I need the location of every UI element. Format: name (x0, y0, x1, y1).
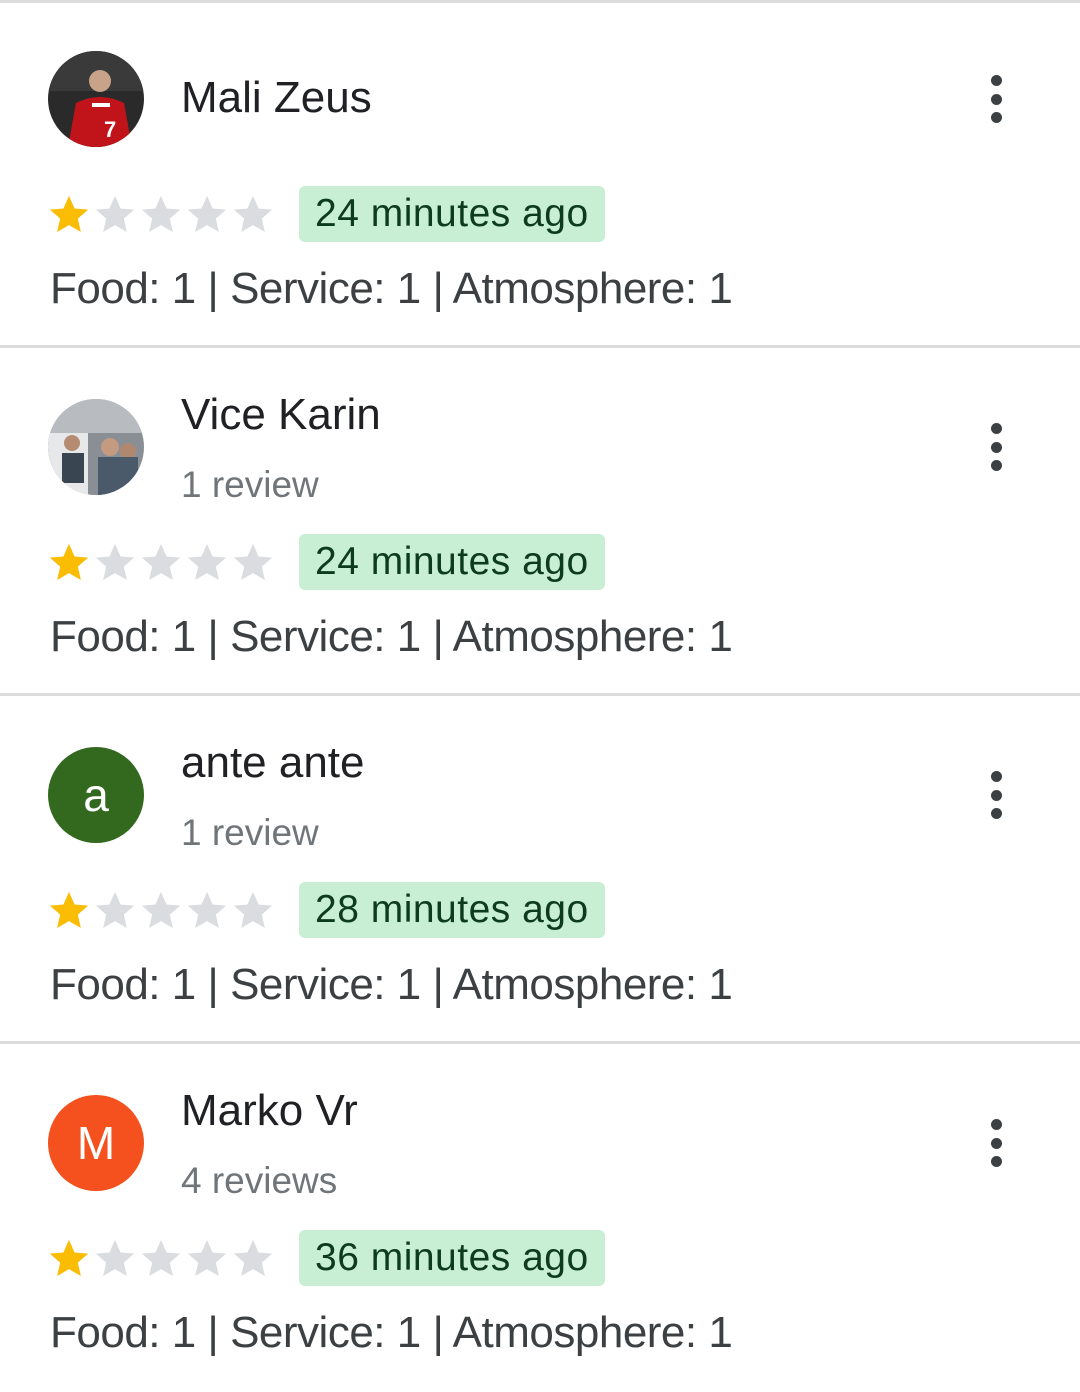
avatar-letter: a (83, 769, 109, 821)
more-options-button[interactable] (970, 763, 1022, 827)
star-empty-icon (95, 195, 135, 233)
review-item-mali-zeus: 7 Mali Zeus 24 minutes ago Food: 1 | Ser… (0, 0, 1080, 348)
review-item-ante-ante: a ante ante 1 review 28 minutes ago Food… (0, 696, 1080, 1044)
review-item-vice-karin: Vice Karin 1 review 24 minutes ago Food:… (0, 348, 1080, 696)
star-filled-icon (49, 195, 89, 233)
star-empty-icon (95, 891, 135, 929)
more-vert-icon (990, 75, 1002, 86)
star-empty-icon (141, 891, 181, 929)
photo-avatar-group (48, 399, 144, 495)
more-options-button[interactable] (970, 415, 1022, 479)
more-vert-icon-dot (990, 1137, 1002, 1149)
more-vert-icon-dot (990, 93, 1002, 105)
more-vert-icon (990, 771, 1002, 782)
star-empty-icon (95, 1239, 135, 1277)
star-empty-icon (141, 195, 181, 233)
avatar[interactable]: M (48, 1095, 144, 1191)
sub-ratings: Food: 1 | Service: 1 | Atmosphere: 1 (50, 1308, 733, 1357)
star-rating (46, 540, 276, 586)
star-empty-icon (141, 543, 181, 581)
review-count: 4 reviews (181, 1160, 338, 1201)
star-empty-icon (187, 891, 227, 929)
avatar[interactable] (48, 399, 144, 495)
sub-ratings: Food: 1 | Service: 1 | Atmosphere: 1 (50, 264, 733, 313)
sub-ratings: Food: 1 | Service: 1 | Atmosphere: 1 (50, 960, 733, 1009)
more-vert-icon-dot (990, 460, 1002, 471)
star-rating (46, 888, 276, 934)
review-time-badge: 24 minutes ago (299, 534, 605, 590)
more-options-button[interactable] (970, 1111, 1022, 1175)
reviewer-name[interactable]: Vice Karin (181, 390, 381, 440)
more-vert-icon-dot (990, 789, 1002, 801)
star-filled-icon (49, 1239, 89, 1277)
review-count: 1 review (181, 464, 319, 505)
review-count: 1 review (181, 812, 319, 853)
more-vert-icon (990, 423, 1002, 434)
star-filled-icon (49, 891, 89, 929)
star-empty-icon (233, 1239, 273, 1277)
more-vert-icon-dot (990, 1156, 1002, 1167)
sub-ratings: Food: 1 | Service: 1 | Atmosphere: 1 (50, 612, 733, 661)
more-vert-icon-dot (990, 441, 1002, 453)
star-empty-icon (233, 543, 273, 581)
review-item-marko-vr: M Marko Vr 4 reviews 36 minutes ago Food… (0, 1044, 1080, 1392)
more-vert-icon-dot (990, 808, 1002, 819)
review-time-badge: 36 minutes ago (299, 1230, 605, 1286)
reviewer-name[interactable]: Marko Vr (181, 1086, 358, 1136)
star-empty-icon (95, 543, 135, 581)
more-vert-icon-dot (990, 112, 1002, 123)
star-empty-icon (187, 1239, 227, 1277)
star-empty-icon (233, 195, 273, 233)
review-time-badge: 28 minutes ago (299, 882, 605, 938)
more-vert-icon (990, 1119, 1002, 1130)
more-options-button[interactable] (970, 67, 1022, 131)
photo-avatar-red-jersey: 7 (48, 51, 144, 147)
star-filled-icon (49, 543, 89, 581)
reviewer-name[interactable]: Mali Zeus (181, 73, 372, 123)
star-empty-icon (187, 195, 227, 233)
star-empty-icon (233, 891, 273, 929)
star-empty-icon (141, 1239, 181, 1277)
star-empty-icon (187, 543, 227, 581)
avatar-letter: M (76, 1117, 116, 1169)
review-time-badge: 24 minutes ago (299, 186, 605, 242)
svg-text:7: 7 (104, 117, 116, 142)
star-rating (46, 192, 276, 238)
reviewer-name[interactable]: ante ante (181, 738, 365, 788)
star-rating (46, 1236, 276, 1282)
avatar[interactable]: 7 (48, 51, 144, 147)
avatar[interactable]: a (48, 747, 144, 843)
